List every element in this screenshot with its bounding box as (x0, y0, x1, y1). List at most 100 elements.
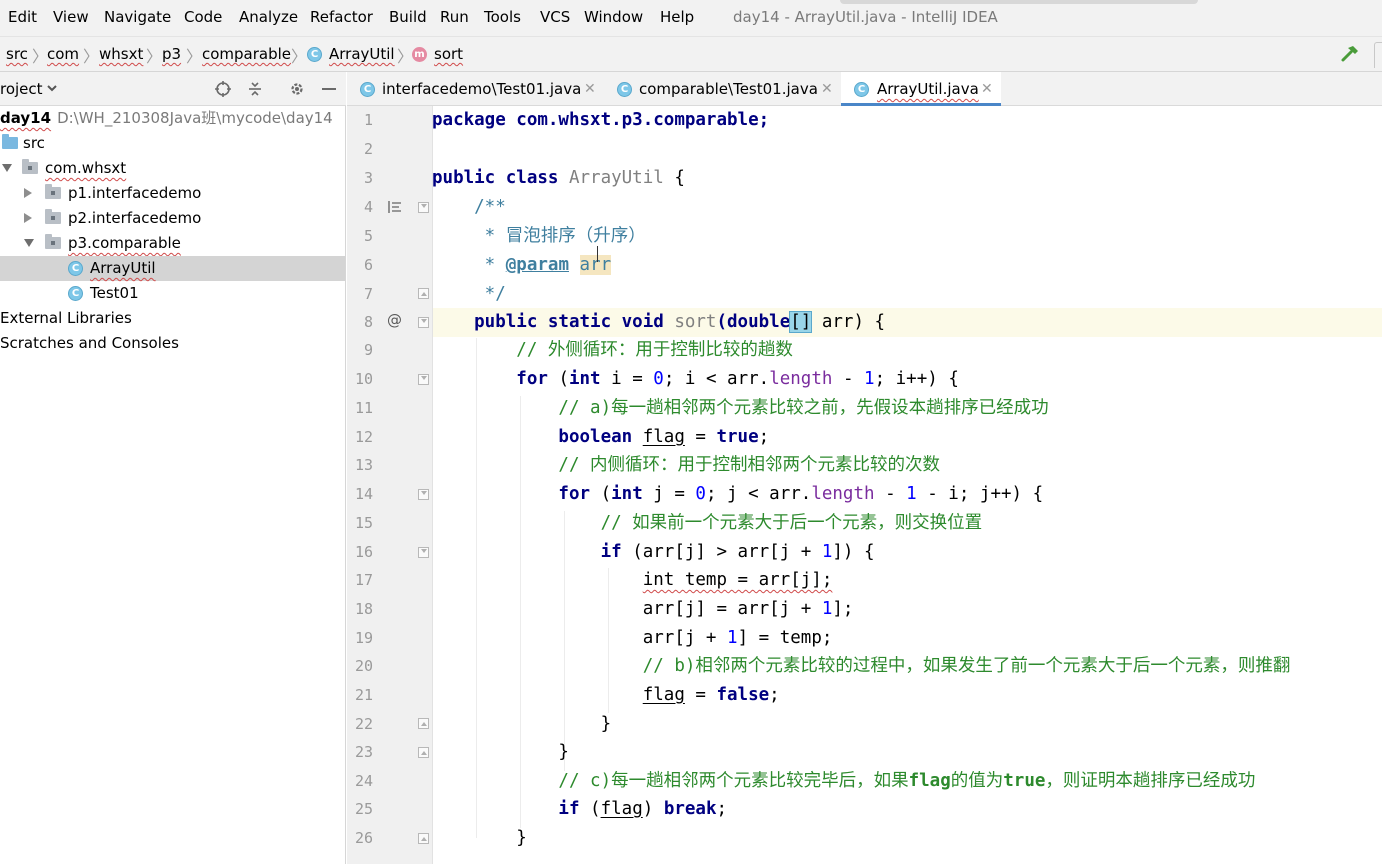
code-text: - (832, 369, 865, 389)
fold-icon[interactable] (418, 317, 429, 328)
line-number: 10 (354, 370, 373, 388)
menu-help[interactable]: Help (660, 8, 694, 26)
tab-comparable-test01[interactable]: C comparable\Test01.java ✕ (605, 72, 841, 106)
tree-item-p2-interfacedemo[interactable]: p2.interfacedemo (0, 206, 345, 231)
fold-icon[interactable] (418, 833, 429, 844)
menu-navigate[interactable]: Navigate (104, 8, 171, 26)
collapse-arrow-icon[interactable] (24, 188, 32, 198)
menu-code[interactable]: Code (184, 8, 222, 26)
code-text: ]) { (832, 542, 875, 562)
minimize-icon[interactable] (319, 79, 339, 99)
gear-icon[interactable] (287, 79, 307, 99)
chevron-right-icon: 〉 (32, 47, 49, 66)
code-line-7: */ (432, 280, 506, 309)
code-text: (double (716, 312, 791, 332)
fold-icon[interactable] (418, 374, 429, 385)
tree-item-com-whsxt[interactable]: com.whsxt (0, 156, 345, 181)
menu-analyze[interactable]: Analyze (239, 8, 298, 26)
fold-icon[interactable] (418, 547, 429, 558)
code-line-3: public class ArrayUtil { (432, 164, 685, 193)
code-doc: * 冒泡排序（升序） (432, 226, 646, 246)
project-tool-window-header: roject (0, 72, 346, 106)
menu-vcs[interactable]: VCS (540, 8, 570, 26)
code-line-15: // 如果前一个元素大于后一个元素，则交换位置 (432, 509, 983, 538)
project-title[interactable]: roject (0, 80, 43, 98)
fold-icon[interactable] (418, 489, 429, 500)
menu-tools[interactable]: Tools (484, 8, 521, 26)
code-line-11: // a)每一趟相邻两个元素比较之前，先假设本趟排序已经成功 (432, 394, 1048, 423)
tree-item-arrayutil[interactable]: C ArrayUtil (0, 256, 345, 281)
tree-item-src[interactable]: src (0, 131, 345, 156)
hammer-icon[interactable] (1340, 44, 1360, 64)
expand-arrow-icon[interactable] (2, 164, 12, 172)
close-icon[interactable]: ✕ (981, 72, 993, 106)
window-edge-shadow (840, 0, 1198, 4)
editor-gutter: 1 2 3 4 5 6 7 8 9 10 11 12 13 14 15 16 1… (347, 106, 433, 864)
code-text: arr[j + (432, 628, 728, 648)
code-line-5: * 冒泡排序（升序） (432, 222, 646, 251)
code-text: j = (642, 484, 696, 504)
menu-build[interactable]: Build (389, 8, 427, 26)
code-line-23: } (432, 738, 569, 767)
breadcrumb-com[interactable]: com (47, 45, 79, 63)
code-line-19: arr[j + 1] = temp; (432, 624, 833, 653)
code-editor[interactable]: 1 2 3 4 5 6 7 8 9 10 11 12 13 14 15 16 1… (347, 106, 1382, 864)
menu-edit[interactable]: Edit (8, 8, 37, 26)
line-number: 14 (354, 485, 373, 503)
tree-item-scratches[interactable]: Scratches and Consoles (0, 331, 345, 356)
menu-run[interactable]: Run (440, 8, 469, 26)
tab-label: ArrayUtil.java (877, 80, 979, 98)
line-number: 2 (363, 140, 373, 158)
code-doc: * (432, 255, 506, 275)
tree-item-label: p3.comparable (68, 234, 181, 252)
fold-icon[interactable] (418, 202, 429, 213)
fold-icon[interactable] (418, 747, 429, 758)
code-keyword: int (611, 484, 643, 504)
rendered-doc-icon[interactable] (387, 199, 403, 215)
runnable-class-icon: C (68, 286, 83, 301)
code-keyword: if (432, 799, 580, 819)
breadcrumb-src[interactable]: src (6, 45, 28, 63)
code-variable: flag (642, 685, 685, 705)
tab-arrayutil[interactable]: C ArrayUtil.java ✕ (841, 72, 1001, 106)
tree-item-day14[interactable]: day14 D:\WH_210308Java班\mycode\day14 (0, 106, 345, 131)
tab-interfacedemo-test01[interactable]: C interfacedemo\Test01.java ✕ (347, 72, 605, 106)
code-text: ; (769, 685, 780, 705)
breadcrumb-sort[interactable]: sort (434, 45, 463, 63)
override-marker-icon[interactable]: @ (387, 311, 402, 329)
code-keyword: true (716, 427, 759, 447)
line-number: 22 (354, 715, 373, 733)
breadcrumb-whsxt[interactable]: whsxt (99, 45, 143, 63)
breadcrumb-arrayutil[interactable]: ArrayUtil (329, 45, 395, 63)
tree-item-external-libraries[interactable]: External Libraries (0, 306, 345, 331)
navigation-bar: src 〉 com 〉 whsxt 〉 p3 〉 comparable 〉 C … (0, 36, 1382, 72)
menu-refactor[interactable]: Refactor (310, 8, 373, 26)
menu-view[interactable]: View (53, 8, 89, 26)
line-number: 17 (354, 571, 373, 589)
module-path: D:\WH_210308Java班\mycode\day14 (57, 109, 333, 127)
code-text: = (684, 685, 717, 705)
code-comment: ，则证明本趟排序已经成功 (1045, 771, 1256, 791)
expand-arrow-icon[interactable] (24, 239, 34, 247)
code-text: (arr[j] > arr[j + (621, 542, 822, 562)
fold-icon[interactable] (418, 288, 429, 299)
collapse-all-icon[interactable] (245, 79, 265, 99)
breadcrumb-p3[interactable]: p3 (162, 45, 181, 63)
fold-icon[interactable] (418, 718, 429, 729)
chevron-right-icon: 〉 (83, 47, 100, 66)
menu-window[interactable]: Window (584, 8, 643, 26)
locate-icon[interactable] (213, 79, 233, 99)
collapse-arrow-icon[interactable] (24, 213, 32, 223)
tree-item-test01[interactable]: C Test01 (0, 281, 345, 306)
tree-item-p3-comparable[interactable]: p3.comparable (0, 231, 345, 256)
line-number: 15 (354, 514, 373, 532)
code-number: 1 (906, 484, 917, 504)
breadcrumb-comparable[interactable]: comparable (202, 45, 291, 63)
close-icon[interactable]: ✕ (584, 72, 596, 106)
code-line-25: if (flag) break; (432, 795, 727, 824)
tree-item-p1-interfacedemo[interactable]: p1.interfacedemo (0, 181, 345, 206)
line-number: 20 (354, 657, 373, 675)
method-icon: m (412, 47, 427, 62)
close-icon[interactable]: ✕ (821, 72, 833, 106)
chevron-down-icon[interactable] (45, 81, 59, 95)
